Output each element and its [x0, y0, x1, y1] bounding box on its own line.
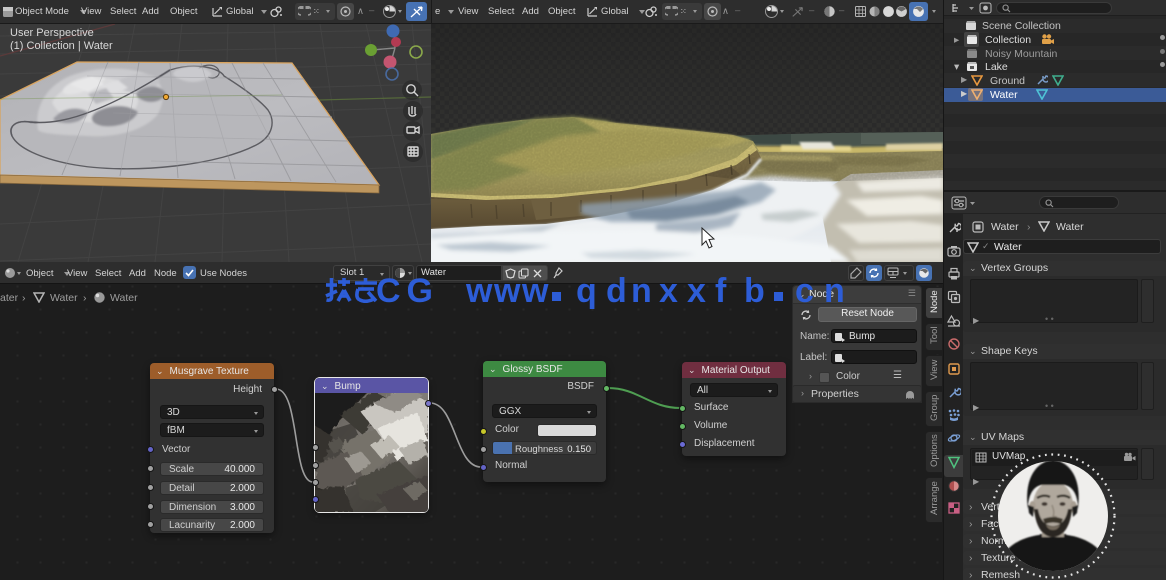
svg-text:(1) Collection | Water: (1) Collection | Water: [10, 40, 113, 52]
svg-text:User Perspective: User Perspective: [10, 27, 94, 39]
